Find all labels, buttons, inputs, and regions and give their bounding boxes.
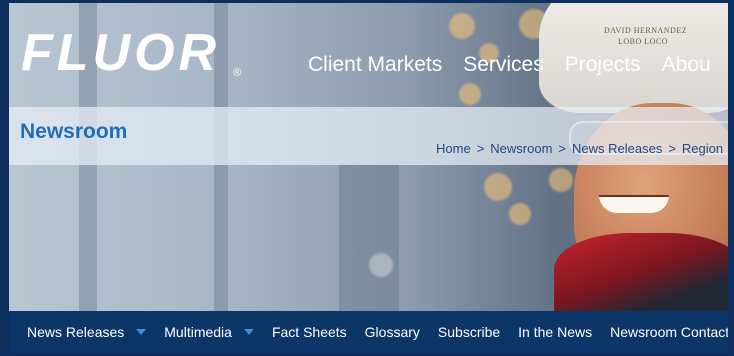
page-frame: DAVID HERNANDEZ LOBO LOCO FLUOR ® Client…	[9, 3, 728, 353]
subnav-multimedia[interactable]: Multimedia	[164, 324, 254, 340]
subnav-subscribe[interactable]: Subscribe	[438, 324, 500, 340]
subnav-news-releases[interactable]: News Releases	[27, 324, 147, 340]
newsroom-subnav: News Releases Multimedia Fact Sheets Glo…	[9, 311, 728, 353]
breadcrumb-separator: >	[476, 141, 485, 156]
chevron-down-icon[interactable]	[136, 329, 147, 335]
breadcrumb-separator: >	[668, 141, 676, 156]
subnav-fact-sheets[interactable]: Fact Sheets	[272, 324, 347, 340]
subnav-newsroom-contacts[interactable]: Newsroom Contacts	[610, 324, 728, 340]
breadcrumb-home[interactable]: Home	[436, 141, 471, 156]
worker-smile	[599, 195, 669, 213]
nav-about[interactable]: Abou	[662, 53, 711, 77]
registered-mark: ®	[233, 67, 242, 79]
hard-hat-text: DAVID HERNANDEZ LOBO LOCO	[604, 26, 688, 46]
breadcrumb-newsroom[interactable]: Newsroom	[490, 141, 552, 156]
nav-client-markets[interactable]: Client Markets	[308, 53, 442, 77]
breadcrumb-separator: >	[558, 141, 566, 156]
nav-projects[interactable]: Projects	[565, 53, 641, 77]
fluor-logo[interactable]: FLUOR	[21, 27, 220, 79]
subnav-in-the-news[interactable]: In the News	[518, 324, 592, 340]
page-title: Newsroom	[20, 120, 128, 143]
subnav-glossary[interactable]: Glossary	[365, 324, 420, 340]
nav-services[interactable]: Services	[463, 53, 544, 77]
breadcrumb-region: Region	[681, 141, 724, 156]
breadcrumb: Home > Newsroom > News Releases > Region	[436, 141, 723, 156]
worker-jacket	[554, 233, 728, 323]
main-nav: Client Markets Services Projects Abou	[308, 53, 728, 77]
chevron-down-icon[interactable]	[243, 329, 254, 335]
breadcrumb-news-releases[interactable]: News Releases	[572, 141, 662, 156]
